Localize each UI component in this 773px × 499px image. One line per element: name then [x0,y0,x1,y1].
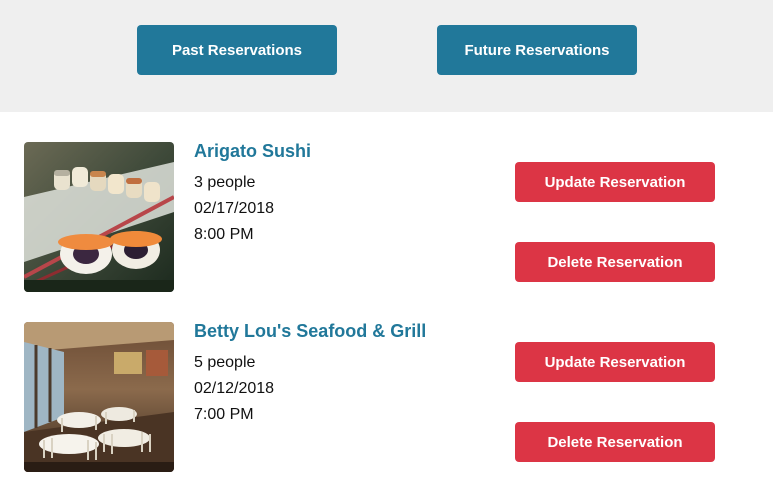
reservation-time: 8:00 PM [194,226,254,243]
update-reservation-button[interactable]: Update Reservation [515,162,715,202]
past-reservations-button[interactable]: Past Reservations [137,25,337,75]
restaurant-photo[interactable] [24,142,174,292]
delete-reservation-button[interactable]: Delete Reservation [515,422,715,462]
reservation-card: Arigato Sushi 3 people 02/17/2018 8:00 P… [0,141,773,292]
reservation-card: Betty Lou's Seafood & Grill 5 people 02/… [0,321,773,472]
restaurant-interior-image [24,322,174,472]
party-size: 3 people [194,174,256,191]
restaurant-name[interactable]: Arigato Sushi [194,141,311,162]
reservation-date: 02/12/2018 [194,380,275,397]
restaurant-photo[interactable] [24,322,174,472]
reservations-header: Past Reservations Future Reservations [0,0,773,112]
restaurant-name[interactable]: Betty Lou's Seafood & Grill [194,321,426,342]
sushi-image [24,142,174,292]
delete-reservation-button[interactable]: Delete Reservation [515,242,715,282]
reservation-date: 02/17/2018 [194,200,275,217]
update-reservation-button[interactable]: Update Reservation [515,342,715,382]
reservation-time: 7:00 PM [194,406,254,423]
future-reservations-button[interactable]: Future Reservations [437,25,637,75]
party-size: 5 people [194,354,256,371]
